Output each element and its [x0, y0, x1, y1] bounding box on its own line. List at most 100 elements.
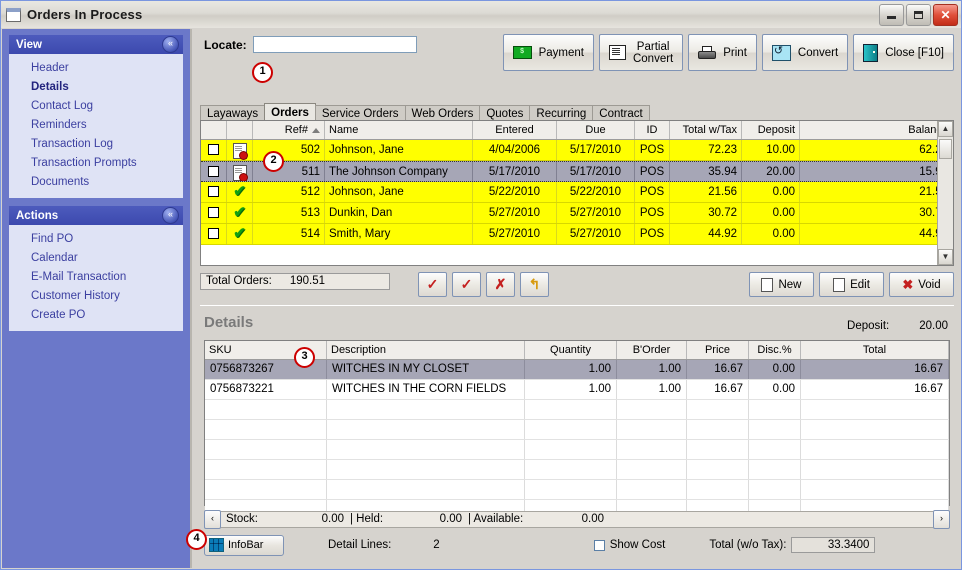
table-row[interactable]: 502 Johnson, Jane 4/04/2006 5/17/2010 POS 72.… — [201, 140, 953, 161]
column-label: Ref# — [284, 124, 308, 136]
edit-button[interactable]: Edit — [819, 272, 884, 297]
chevron-up-icon[interactable]: « — [162, 207, 179, 224]
details-grid-rows: 0756873267 WITCHES IN MY CLOSET 1.00 1.00 16… — [205, 360, 949, 520]
stock-prev-button[interactable]: ‹ — [204, 510, 221, 529]
table-row[interactable]: ✔ 512 Johnson, Jane 5/22/2010 5/22/2010 POS 21… — [201, 182, 953, 203]
partial-convert-button[interactable]: Partial Convert — [598, 34, 684, 71]
orders-column-header[interactable]: Name — [325, 121, 473, 139]
orders-column-header[interactable]: ID — [635, 121, 670, 139]
checkbox-icon — [208, 207, 219, 218]
table-row[interactable]: ✔ 514 Smith, Mary 5/27/2010 5/27/2010 POS 44.9… — [201, 224, 953, 245]
orders-grid-scrollbar[interactable]: ▲ ▼ — [937, 121, 953, 265]
sidebar-item-reminders[interactable]: Reminders — [9, 116, 183, 135]
void-x-icon: ✖ — [902, 276, 914, 292]
table-cell-empty — [327, 480, 525, 499]
table-cell: 5/17/2010 — [557, 140, 635, 160]
details-column-header[interactable]: Disc.% — [749, 341, 801, 359]
row-status-icon — [227, 140, 253, 160]
stock-bar: ‹ Stock: 0.00 | Held: 0.00 | Available: … — [204, 510, 950, 529]
scroll-up-icon[interactable]: ▲ — [938, 121, 953, 137]
row-checkbox[interactable] — [201, 224, 227, 244]
orders-column-header[interactable]: Deposit — [742, 121, 800, 139]
sidebar-panel-view-body: Header Details Contact Log Reminders Tra… — [9, 54, 183, 198]
close-f10-button[interactable]: Close [F10] — [853, 34, 954, 71]
uncheck-all-button[interactable]: ✗ — [486, 272, 515, 297]
orders-column-header[interactable]: Ref# — [253, 121, 325, 139]
exit-door-icon — [863, 43, 879, 62]
orders-column-header[interactable]: Total w/Tax — [670, 121, 742, 139]
sidebar-item-calendar[interactable]: Calendar — [9, 249, 183, 268]
checkbox-icon — [208, 186, 219, 197]
orders-column-header[interactable]: Entered — [473, 121, 557, 139]
table-row-empty — [205, 440, 949, 460]
sidebar-item-documents[interactable]: Documents — [9, 173, 183, 192]
flip-button[interactable]: ↰ — [520, 272, 549, 297]
sidebar-panel-view-header[interactable]: View « — [9, 35, 183, 54]
sidebar-item-header[interactable]: Header — [9, 59, 183, 78]
sidebar-item-transaction-prompts[interactable]: Transaction Prompts — [9, 154, 183, 173]
sidebar-item-transaction-log[interactable]: Transaction Log — [9, 135, 183, 154]
table-cell-empty — [617, 460, 687, 479]
details-deposit-value: 20.00 — [919, 320, 948, 332]
void-button[interactable]: ✖ Void — [889, 272, 954, 297]
sidebar-item-details[interactable]: Details — [9, 78, 183, 97]
table-row-empty — [205, 420, 949, 440]
row-checkbox[interactable] — [201, 182, 227, 202]
table-row[interactable]: 0756873267 WITCHES IN MY CLOSET 1.00 1.00 16… — [205, 360, 949, 380]
payment-button[interactable]: $ Payment — [502, 34, 594, 71]
show-cost-checkbox[interactable]: Show Cost — [593, 539, 666, 551]
check-all-button[interactable]: ✓ — [452, 272, 481, 297]
table-cell: 0.00 — [742, 224, 800, 244]
money-icon: $ — [512, 46, 532, 59]
new-button-label: New — [778, 278, 802, 291]
table-cell: 5/27/2010 — [473, 203, 557, 223]
record-buttons: New Edit ✖ Void — [749, 272, 954, 297]
sort-ascending-icon — [312, 127, 320, 133]
table-row[interactable]: 0756873221 WITCHES IN THE CORN FIELDS 1.00… — [205, 380, 949, 400]
sidebar-item-find-po[interactable]: Find PO — [9, 230, 183, 249]
minimize-button[interactable] — [879, 3, 904, 26]
scroll-down-icon[interactable]: ▼ — [938, 249, 953, 265]
sidebar-item-contact-log[interactable]: Contact Log — [9, 97, 183, 116]
documents-icon — [608, 45, 626, 60]
details-column-header[interactable]: Total — [801, 341, 949, 359]
print-button[interactable]: Print — [688, 34, 757, 71]
sidebar-panel-actions-header[interactable]: Actions « — [9, 206, 183, 225]
details-column-header[interactable]: Description — [327, 341, 525, 359]
details-column-header[interactable]: Quantity — [525, 341, 617, 359]
locate-input[interactable] — [252, 36, 417, 53]
infobar-button[interactable]: InfoBar — [204, 534, 284, 556]
annotation-marker-3: 3 — [294, 347, 315, 368]
chevron-up-icon[interactable]: « — [162, 36, 179, 53]
table-cell: 5/17/2010 — [473, 162, 557, 181]
column-label: Due — [585, 124, 606, 136]
table-cell: 35.94 — [670, 162, 742, 181]
table-row[interactable]: 511 The Johnson Company 5/17/2010 5/17/2010… — [201, 161, 953, 182]
new-button[interactable]: New — [749, 272, 814, 297]
stock-label: Stock: — [226, 513, 258, 525]
sidebar-item-customer-history[interactable]: Customer History — [9, 287, 183, 306]
orders-column-header[interactable] — [227, 121, 253, 139]
grid-icon — [209, 538, 224, 552]
details-column-header[interactable]: Price — [687, 341, 749, 359]
check-button[interactable]: ✓ — [418, 272, 447, 297]
convert-button[interactable]: Convert — [761, 34, 849, 71]
sidebar-item-create-po[interactable]: Create PO — [9, 306, 183, 325]
held-value: 0.00 — [439, 513, 462, 525]
row-checkbox[interactable] — [201, 203, 227, 223]
row-checkbox[interactable] — [201, 140, 227, 160]
orders-column-header[interactable] — [201, 121, 227, 139]
table-cell-empty — [617, 440, 687, 459]
orders-column-header[interactable]: Balance — [800, 121, 953, 139]
sidebar-item-email-transaction[interactable]: E-Mail Transaction — [9, 268, 183, 287]
table-row[interactable]: ✔ 513 Dunkin, Dan 5/27/2010 5/27/2010 POS 30.7… — [201, 203, 953, 224]
orders-column-header[interactable]: Due — [557, 121, 635, 139]
table-cell-empty — [687, 420, 749, 439]
close-button[interactable]: ✕ — [933, 3, 958, 26]
stock-next-button[interactable]: › — [933, 510, 950, 529]
scrollbar-thumb[interactable] — [939, 139, 952, 159]
maximize-button[interactable] — [906, 3, 931, 26]
show-cost-label: Show Cost — [609, 539, 666, 551]
details-column-header[interactable]: B'Order — [617, 341, 687, 359]
row-checkbox[interactable] — [201, 162, 227, 181]
